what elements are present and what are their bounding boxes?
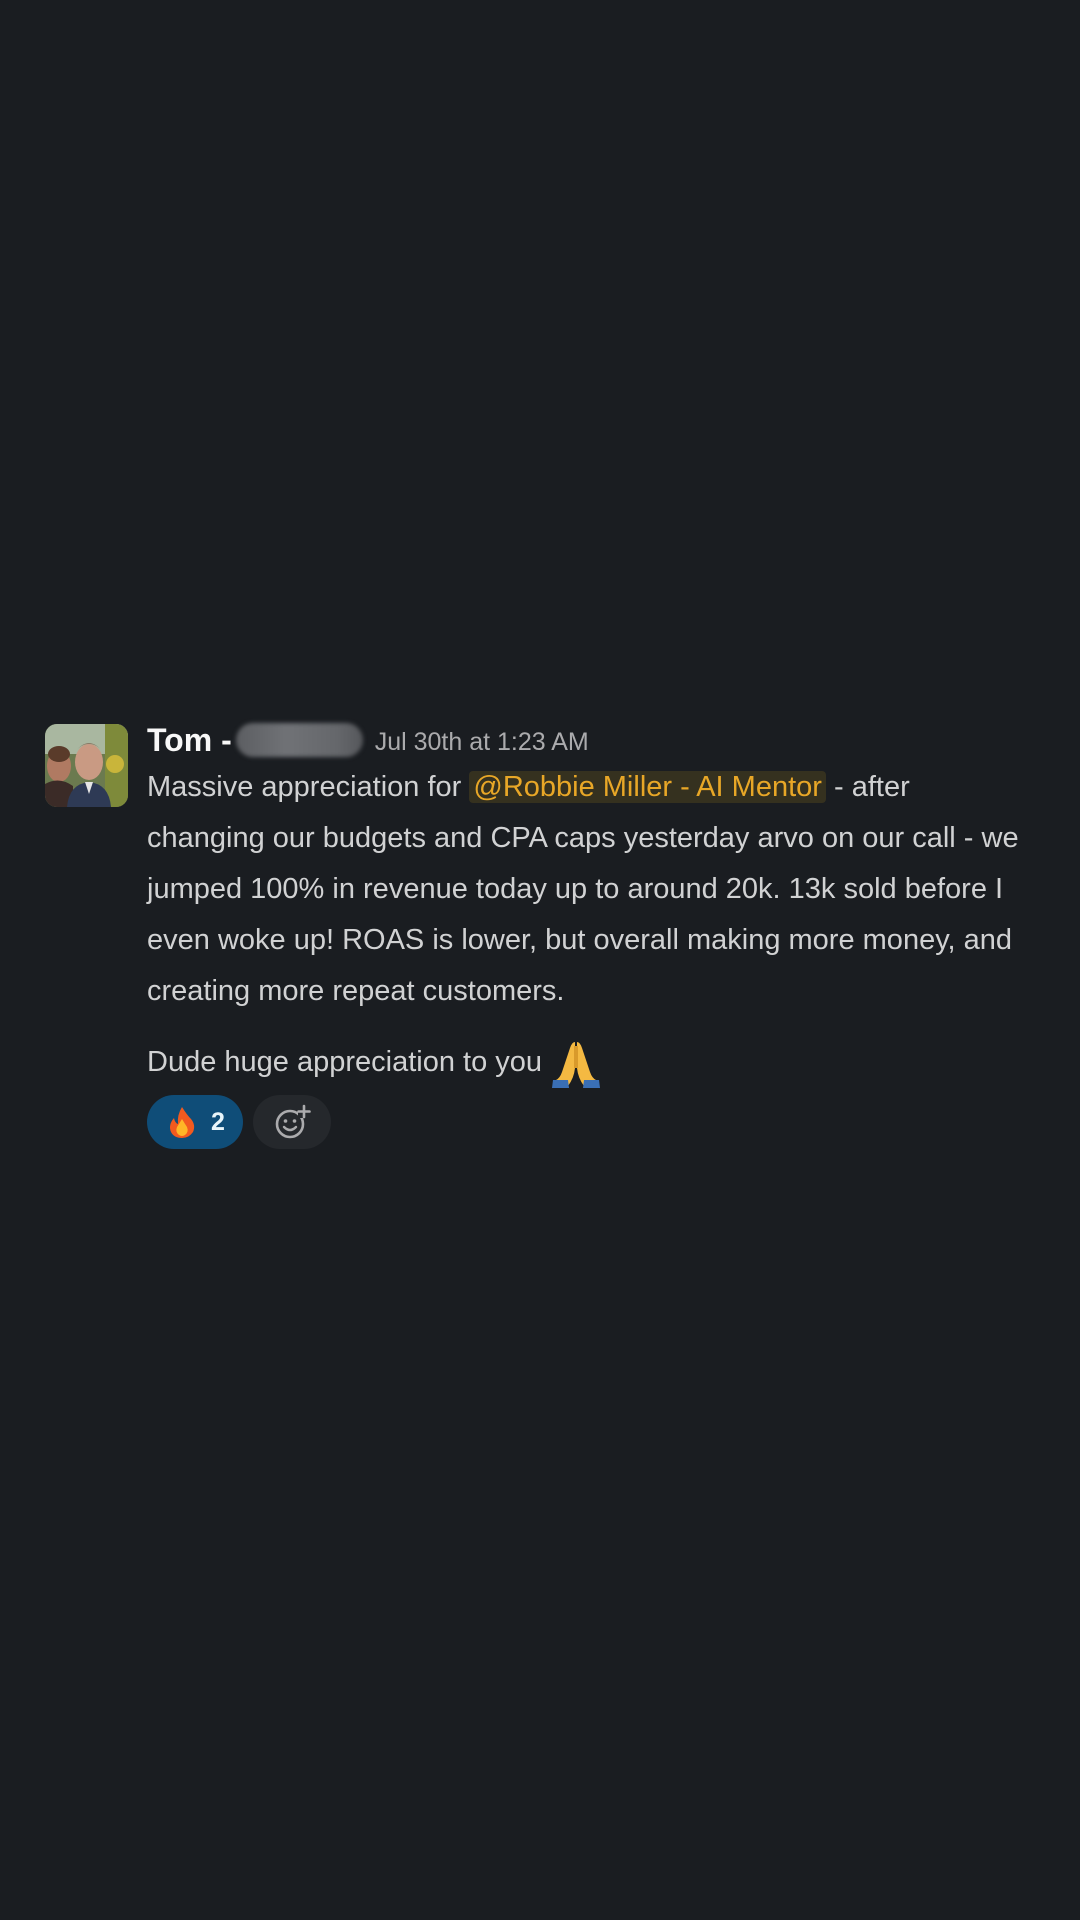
reactions-bar: 2 <box>147 1095 1035 1149</box>
fire-icon <box>170 1107 195 1138</box>
folded-hands-icon <box>548 1034 604 1090</box>
message-body: Massive appreciation for @Robbie Miller … <box>147 762 1035 1017</box>
author-name-redacted <box>235 723 363 757</box>
user-mention[interactable]: @Robbie Miller - AI Mentor <box>469 771 826 803</box>
avatar-photo <box>45 724 128 807</box>
message-second-line: Dude huge appreciation to you <box>147 1034 1035 1090</box>
avatar[interactable] <box>45 724 128 807</box>
reaction-count: 2 <box>211 1107 225 1136</box>
message-text-rest: - after changing our budgets and CPA cap… <box>147 771 1019 1007</box>
message-header: Tom - Jul 30th at 1:23 AM <box>147 718 1035 762</box>
message-text-second: Dude huge appreciation to you <box>147 1045 543 1078</box>
add-reaction-button[interactable] <box>252 1095 331 1149</box>
message-text-start: Massive appreciation for <box>147 771 470 803</box>
add-emoji-icon <box>275 1104 311 1139</box>
timestamp[interactable]: Jul 30th at 1:23 AM <box>375 724 589 757</box>
reaction-fire[interactable]: 2 <box>147 1095 243 1149</box>
message-content: Tom - Jul 30th at 1:23 AM Massive apprec… <box>147 718 1035 1149</box>
author-name[interactable]: Tom - <box>147 722 232 759</box>
